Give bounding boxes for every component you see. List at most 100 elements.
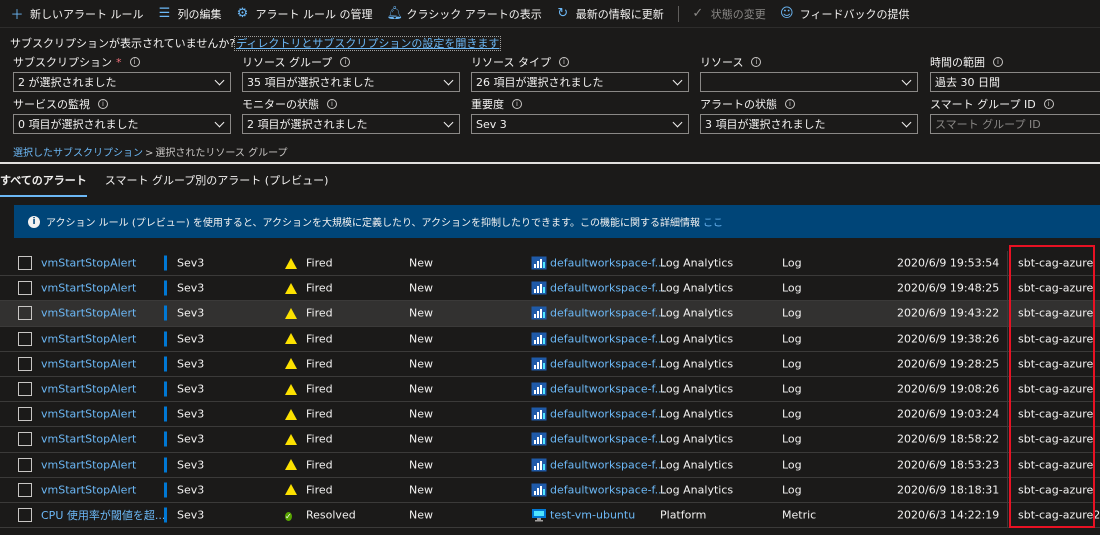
- resource-group-filter: リソース グループ i 35 項目が選択されました: [242, 54, 460, 92]
- table-row[interactable]: vmStartStopAlert Sev3 Fired New defaultworks…: [0, 251, 1100, 277]
- alert-name-link[interactable]: CPU 使用率が閾値を超...: [41, 507, 165, 523]
- monitor-condition-value: 2 項目が選択されました: [247, 118, 368, 131]
- row-checkbox[interactable]: [18, 507, 32, 522]
- alert-state-cell: Fired: [306, 332, 333, 346]
- resource-link[interactable]: defaultworkspace-f...: [550, 257, 665, 270]
- resource-group-dropdown[interactable]: 35 項目が選択されました: [242, 72, 460, 92]
- tab-all-alerts[interactable]: すべてのアラート: [0, 170, 87, 197]
- edit-columns-button[interactable]: ☰ 列の編集: [158, 6, 222, 22]
- smart-group-cell: sbt-cag-azure: [1018, 357, 1094, 371]
- signal-type-cell: Log: [782, 256, 802, 270]
- smart-group-filter: スマート グループ ID i スマート グループ ID: [930, 96, 1100, 134]
- resource-link[interactable]: defaultworkspace-f...: [550, 433, 665, 446]
- table-row[interactable]: vmStartStopAlert Sev3 Fired New defaultworks…: [0, 477, 1100, 503]
- monitor-service-cell: Log Analytics: [660, 332, 734, 346]
- severity-bar: [164, 482, 167, 498]
- resource-link[interactable]: defaultworkspace-f...: [550, 307, 665, 320]
- new-alert-rule-button[interactable]: ＋ 新しいアラート ルール: [10, 4, 143, 24]
- log-analytics-icon: [531, 382, 547, 396]
- severity-cell: Sev3: [177, 281, 205, 295]
- resource-link[interactable]: defaultworkspace-f...: [550, 383, 665, 396]
- row-checkbox[interactable]: [18, 306, 32, 321]
- alert-name-link[interactable]: vmStartStopAlert: [41, 408, 136, 421]
- alert-name-link[interactable]: vmStartStopAlert: [41, 383, 136, 396]
- alert-name-link[interactable]: vmStartStopAlert: [41, 483, 136, 496]
- column-divider: [1007, 301, 1008, 326]
- alert-name-link[interactable]: vmStartStopAlert: [41, 257, 136, 270]
- subscription-dropdown[interactable]: 2 が選択されました: [13, 72, 231, 92]
- manage-alert-rules-button[interactable]: ⚙ アラート ルール の管理: [236, 6, 373, 22]
- table-row[interactable]: vmStartStopAlert Sev3 Fired New defaultworks…: [0, 376, 1100, 403]
- resource-link[interactable]: defaultworkspace-f...: [550, 282, 665, 295]
- resource-link[interactable]: defaultworkspace-f...: [550, 332, 665, 345]
- smart-group-cell: sbt-cag-azure2: [1018, 508, 1100, 522]
- info-icon[interactable]: i: [340, 57, 351, 67]
- info-icon[interactable]: i: [558, 57, 569, 67]
- info-icon[interactable]: i: [993, 57, 1003, 67]
- log-analytics-icon: [531, 407, 547, 421]
- virtual-machine-icon: [531, 508, 547, 522]
- table-row[interactable]: vmStartStopAlert Sev3 Fired New defaultworks…: [0, 326, 1100, 352]
- row-checkbox[interactable]: [18, 432, 32, 447]
- table-row[interactable]: CPU 使用率が閾値を超... Sev3 ✓ Resolved New test-vm-u…: [0, 502, 1100, 529]
- alert-name-link[interactable]: vmStartStopAlert: [41, 282, 136, 295]
- resource-link[interactable]: defaultworkspace-f...: [550, 408, 665, 421]
- info-icon[interactable]: i: [327, 99, 337, 109]
- row-checkbox[interactable]: [18, 482, 32, 497]
- gear-icon: ⚙: [236, 6, 249, 21]
- table-row[interactable]: vmStartStopAlert Sev3 Fired New defaultworks…: [0, 427, 1100, 453]
- alert-name-link[interactable]: vmStartStopAlert: [41, 332, 136, 345]
- feedback-button[interactable]: ☺ フィードバックの提供: [780, 6, 910, 22]
- table-row[interactable]: vmStartStopAlert Sev3 Fired New defaultworks…: [0, 276, 1100, 302]
- row-checkbox[interactable]: [18, 331, 32, 346]
- info-icon[interactable]: i: [98, 99, 108, 109]
- signal-type-cell: Log: [782, 407, 802, 421]
- info-icon[interactable]: i: [1043, 99, 1054, 109]
- row-checkbox[interactable]: [18, 382, 32, 397]
- banner-link[interactable]: ここ: [703, 214, 723, 229]
- resource-link[interactable]: defaultworkspace-f...: [550, 458, 665, 471]
- resource-link[interactable]: test-vm-ubuntu: [550, 508, 635, 521]
- alert-state-dropdown[interactable]: 3 項目が選択されました: [700, 114, 918, 134]
- table-row[interactable]: vmStartStopAlert Sev3 Fired New defaultworks…: [0, 452, 1100, 478]
- tab-alerts-by-smart-group[interactable]: スマート グループ別のアラート (プレビュー): [105, 170, 329, 194]
- resource-link[interactable]: defaultworkspace-f...: [550, 483, 665, 496]
- table-row[interactable]: vmStartStopAlert Sev3 Fired New defaultworks…: [0, 351, 1100, 377]
- resource-type-dropdown[interactable]: 26 項目が選択されました: [471, 72, 689, 92]
- time-range-dropdown[interactable]: 過去 30 日間: [930, 72, 1100, 92]
- resource-dropdown[interactable]: [700, 72, 918, 92]
- monitor-condition-dropdown[interactable]: 2 項目が選択されました: [242, 114, 460, 134]
- smart-group-cell: sbt-cag-azure: [1018, 382, 1094, 396]
- resource-link[interactable]: defaultworkspace-f...: [550, 357, 665, 370]
- info-icon[interactable]: i: [751, 57, 762, 67]
- smart-group-placeholder: スマート グループ ID: [935, 118, 1041, 131]
- info-icon[interactable]: i: [785, 99, 795, 109]
- severity-cell: Sev3: [177, 256, 205, 270]
- row-checkbox[interactable]: [18, 457, 32, 472]
- row-checkbox[interactable]: [18, 356, 32, 371]
- monitor-service-dropdown[interactable]: 0 項目が選択されました: [13, 114, 231, 134]
- fired-time-cell: 2020/6/3 14:22:19: [897, 508, 1000, 522]
- alert-name-link[interactable]: vmStartStopAlert: [41, 433, 136, 446]
- alert-state-cell: Resolved: [306, 508, 356, 522]
- alert-name-link[interactable]: vmStartStopAlert: [41, 357, 136, 370]
- breadcrumb-subscription[interactable]: 選択したサブスクリプション: [13, 148, 143, 159]
- monitor-condition-cell: New: [409, 458, 433, 472]
- row-checkbox[interactable]: [18, 281, 32, 296]
- monitor-service-cell: Log Analytics: [660, 281, 734, 295]
- info-icon[interactable]: i: [512, 99, 522, 109]
- table-row[interactable]: vmStartStopAlert Sev3 Fired New defaultworks…: [0, 402, 1100, 428]
- smart-group-input[interactable]: スマート グループ ID: [930, 114, 1100, 134]
- directory-settings-link[interactable]: ディレクトリとサブスクリプションの設定を開きます: [234, 36, 502, 51]
- change-state-button[interactable]: ✓ 状態の変更: [691, 6, 765, 22]
- refresh-button[interactable]: ↻ 最新の情報に更新: [556, 6, 663, 22]
- alert-name-link[interactable]: vmStartStopAlert: [41, 307, 136, 320]
- row-checkbox[interactable]: [18, 407, 32, 422]
- table-row[interactable]: vmStartStopAlert Sev3 Fired New defaultworks…: [0, 301, 1100, 327]
- info-icon[interactable]: i: [129, 57, 140, 67]
- view-classic-alerts-button[interactable]: 🔔︎ クラシック アラートの表示: [387, 6, 542, 22]
- alert-name-link[interactable]: vmStartStopAlert: [41, 458, 136, 471]
- severity-dropdown[interactable]: Sev 3: [471, 114, 689, 134]
- row-checkbox[interactable]: [18, 256, 32, 271]
- monitor-service-cell: Log Analytics: [660, 382, 734, 396]
